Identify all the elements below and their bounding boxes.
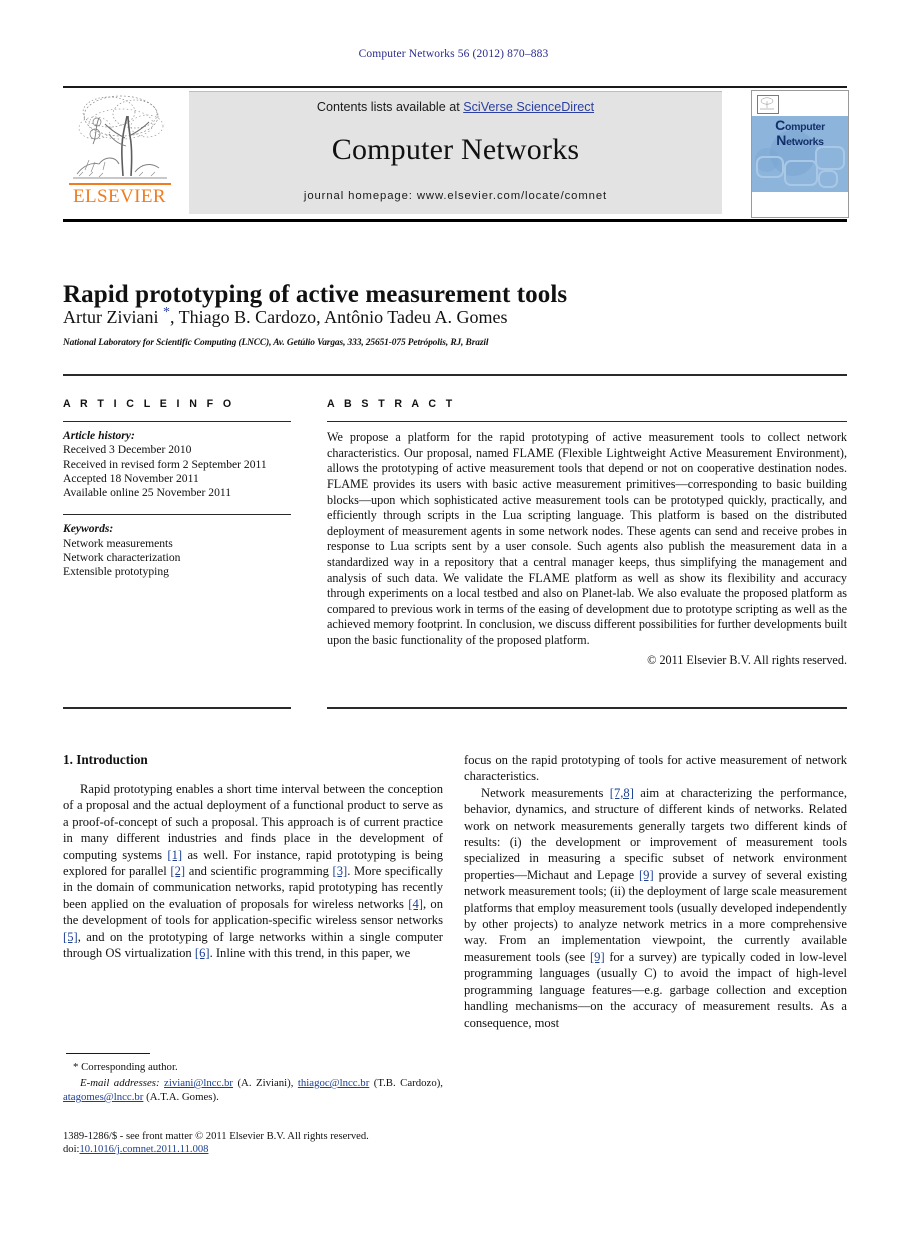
author-list: Artur Ziviani *, Thiago B. Cardozo, Antô… <box>63 305 847 328</box>
corresponding-author-note: * Corresponding author. <box>73 1061 178 1073</box>
citation-ref-9-b[interactable]: [9] <box>590 950 605 964</box>
email-link-ziviani[interactable]: ziviani@lncc.br <box>164 1077 233 1089</box>
para-text: Network measurements <box>481 785 610 800</box>
cover-elsevier-mini-logo <box>757 95 779 114</box>
doi-link[interactable]: 10.1016/j.comnet.2011.11.008 <box>79 1144 208 1155</box>
journal-title: Computer Networks <box>331 133 580 166</box>
article-history-item: Available online 25 November 2011 <box>63 486 232 499</box>
article-history-label: Article history: <box>63 429 135 443</box>
cover-title-initial-1: C <box>775 117 785 133</box>
email-owner-2: (T.B. Cardozo), <box>369 1077 444 1089</box>
doi-line: doi:10.1016/j.comnet.2011.11.008 <box>63 1143 463 1156</box>
abstract-heading: A B S T R A C T <box>327 398 456 410</box>
cover-node-rect-1 <box>756 156 784 178</box>
citation-ref-3[interactable]: [3] <box>333 864 348 878</box>
body-column-right: focus on the rapid prototyping of tools … <box>464 752 847 1031</box>
email-addresses-note: E-mail addresses: ziviani@lncc.br (A. Zi… <box>63 1076 443 1104</box>
cover-node-rect-4 <box>818 170 838 188</box>
citation-ref-4[interactable]: [4] <box>408 897 423 911</box>
elsevier-tree-icon <box>69 90 171 182</box>
keyword-item: Extensible prototyping <box>63 565 169 578</box>
abstract-text: We propose a platform for the rapid prot… <box>327 430 847 647</box>
journal-article-page: Computer Networks 56 (2012) 870–883 ELSE… <box>0 0 907 1238</box>
journal-cover-thumbnail[interactable]: Computer Networks <box>751 90 849 218</box>
para-text: . Inline with this trend, in this paper,… <box>209 946 411 961</box>
masthead-band-top-line <box>189 91 722 92</box>
cover-node-rect-2 <box>784 160 818 186</box>
elsevier-wordmark: ELSEVIER <box>73 186 166 207</box>
title-block-rule <box>63 374 847 376</box>
cover-node-rect-3 <box>815 146 845 170</box>
paragraph-right-1: focus on the rapid prototyping of tools … <box>464 753 847 784</box>
email-label: E-mail addresses: <box>80 1077 160 1089</box>
article-info-rule-2 <box>63 514 291 516</box>
doi-label: doi: <box>63 1144 80 1156</box>
paragraph-intro-1: Rapid prototyping enables a short time i… <box>63 781 443 961</box>
citation-ref-5[interactable]: [5] <box>63 930 78 944</box>
cover-title-line-2: Networks <box>752 132 848 148</box>
imprint-block: 1389-1286/$ - see front matter © 2011 El… <box>63 1130 463 1157</box>
affiliation: National Laboratory for Scientific Compu… <box>63 338 489 348</box>
citation-ref-6[interactable]: [6] <box>195 946 210 960</box>
journal-homepage-line[interactable]: journal homepage: www.elsevier.com/locat… <box>189 190 722 202</box>
abstract-column: A B S T R A C T We propose a platform fo… <box>327 398 847 668</box>
running-head: Computer Networks 56 (2012) 870–883 <box>358 48 549 60</box>
elsevier-logo-rule <box>69 183 171 185</box>
masthead-bottom-rule <box>63 219 847 222</box>
article-info-bottom-rule <box>63 707 291 709</box>
article-info-column: A R T I C L E I N F O Article history: R… <box>63 398 291 579</box>
article-history-item: Accepted 18 November 2011 <box>63 471 199 485</box>
cover-title-line-1: Computer <box>752 117 848 133</box>
corresponding-author-marker: * <box>162 305 170 320</box>
article-info-heading: A R T I C L E I N F O <box>63 398 235 410</box>
paragraph-right-2: Network measurements [7,8] aim at charac… <box>464 785 847 1031</box>
keyword-item: Network characterization <box>63 550 181 564</box>
citation-ref-1[interactable]: [1] <box>167 848 182 862</box>
email-link-atagomes[interactable]: atagomes@lncc.br <box>63 1091 143 1103</box>
citation-ref-9[interactable]: [9] <box>639 868 654 882</box>
cover-title-initial-2: N <box>776 132 787 148</box>
article-history-group: Article history: Received 3 December 201… <box>63 429 291 500</box>
body-column-left: 1. Introduction Rapid prototyping enable… <box>63 752 443 961</box>
contents-lists-line: Contents lists available at SciVerse Sci… <box>189 100 722 114</box>
citation-ref-7-8[interactable]: [7,8] <box>610 786 634 800</box>
abstract-bottom-rule <box>327 707 847 709</box>
email-owner-3: (A.T.A. Gomes). <box>143 1091 219 1103</box>
para-text: and scientific programming <box>185 864 333 879</box>
contents-prefix-text: Contents lists available at <box>316 100 464 114</box>
copyright-line: © 2011 Elsevier B.V. All rights reserved… <box>647 652 847 667</box>
author-names: Artur Ziviani *, Thiago B. Cardozo, Antô… <box>63 305 508 327</box>
footnote-rule <box>66 1053 150 1055</box>
keyword-item: Network measurements <box>63 536 173 550</box>
footnote-block: * Corresponding author. E-mail addresses… <box>63 1060 443 1104</box>
keywords-group: Keywords: Network measurements Network c… <box>63 522 291 579</box>
section-heading-introduction: 1. Introduction <box>63 752 148 767</box>
keywords-label: Keywords: <box>63 522 114 536</box>
sciencedirect-link[interactable]: SciVerse ScienceDirect <box>463 100 594 114</box>
article-history-item: Received in revised form 2 September 201… <box>63 457 267 471</box>
cover-title-rest-2: etworks <box>786 136 824 148</box>
article-history-item: Received 3 December 2010 <box>63 443 192 457</box>
email-link-thiagoc[interactable]: thiagoc@lncc.br <box>298 1077 369 1089</box>
abstract-rule <box>327 421 847 423</box>
issn-line: 1389-1286/$ - see front matter © 2011 El… <box>63 1131 369 1142</box>
elsevier-logo: ELSEVIER <box>63 90 176 216</box>
email-owner-1: (A. Ziviani), <box>233 1077 298 1089</box>
journal-masthead: ELSEVIER Contents lists available at Sci… <box>63 88 849 218</box>
citation-ref-2[interactable]: [2] <box>170 864 185 878</box>
article-info-rule-1 <box>63 421 291 423</box>
